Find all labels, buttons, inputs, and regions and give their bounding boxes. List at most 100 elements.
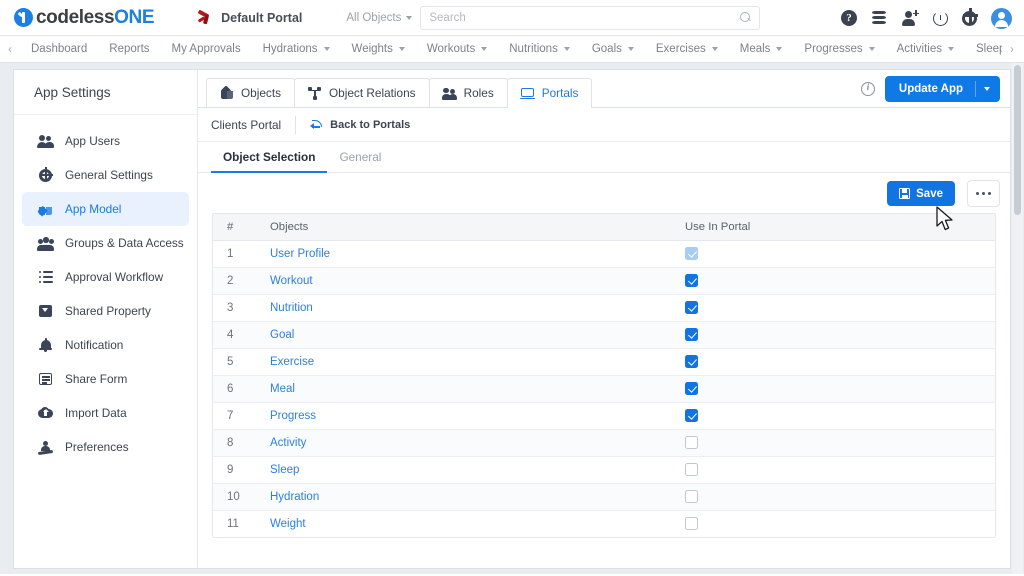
object-link[interactable]: Weight	[270, 518, 306, 530]
search-scope-dropdown[interactable]: All Objects	[346, 12, 420, 24]
row-number: 10	[213, 483, 249, 511]
page-scrollbar[interactable]	[1012, 63, 1023, 574]
object-name-cell: Activity	[249, 429, 665, 457]
dot-icon	[988, 192, 991, 195]
search-input[interactable]	[429, 11, 741, 24]
add-user-icon[interactable]	[902, 10, 919, 27]
tab-roles-label: Roles	[463, 86, 494, 100]
top-header-bar: codelessONE Default Portal All Objects ?	[0, 0, 1024, 36]
sidebar-item-preferences[interactable]: Preferences	[22, 430, 189, 464]
nav-item-exercises[interactable]: Exercises	[645, 43, 729, 55]
sidebar-item-app-users[interactable]: App Users	[22, 124, 189, 158]
nav-item-hydrations[interactable]: Hydrations	[252, 43, 341, 55]
search-icon[interactable]	[740, 12, 751, 23]
nav-item-dashboard[interactable]: Dashboard	[20, 43, 98, 55]
use-in-portal-cell	[665, 321, 995, 349]
chevron-down-icon[interactable]	[984, 87, 990, 91]
sidebar-item-shared-property[interactable]: Shared Property	[22, 294, 189, 328]
tab-objects[interactable]: Objects	[206, 78, 295, 107]
chevron-down-icon	[711, 47, 718, 51]
table-header-row: # Objects Use In Portal	[213, 214, 995, 241]
history-icon[interactable]	[933, 10, 948, 26]
object-link[interactable]: Activity	[270, 437, 306, 449]
sidebar: App Settings App Users General Settings Ap…	[14, 70, 198, 568]
nav-item-my-approvals[interactable]: My Approvals	[161, 43, 252, 55]
sidebar-item-label: Preferences	[65, 440, 129, 454]
use-in-portal-checkbox[interactable]	[685, 517, 698, 531]
nav-item-label: Activities	[896, 43, 942, 55]
users-icon	[37, 134, 54, 148]
update-app-button[interactable]: Update App	[884, 76, 1000, 102]
nav-item-activities[interactable]: Activities	[886, 43, 965, 55]
object-link[interactable]: Goal	[270, 329, 294, 341]
nav-item-meals[interactable]: Meals	[729, 43, 794, 55]
object-link[interactable]: Exercise	[270, 356, 314, 368]
nav-item-progresses[interactable]: Progresses	[793, 43, 885, 55]
table-row: 5 Exercise	[213, 348, 995, 376]
nav-scroll-left-icon[interactable]: ‹	[0, 42, 20, 56]
nav-item-goals[interactable]: Goals	[581, 43, 645, 55]
sidebar-item-label: Import Data	[65, 406, 127, 420]
sidebar-item-general-settings[interactable]: General Settings	[22, 158, 189, 192]
use-in-portal-checkbox[interactable]	[685, 463, 698, 476]
column-header-objects: Objects	[249, 214, 665, 241]
main-panel: Objects Object Relations Roles Portals i…	[198, 70, 1010, 568]
chevron-down-icon	[627, 47, 634, 51]
use-in-portal-checkbox[interactable]	[685, 274, 698, 287]
object-link[interactable]: Workout	[270, 275, 313, 287]
sidebar-item-app-model[interactable]: App Model	[22, 192, 189, 226]
table-row: 4 Goal	[213, 321, 995, 349]
nav-item-nutritions[interactable]: Nutritions	[498, 43, 581, 55]
nav-item-reports[interactable]: Reports	[98, 43, 160, 55]
tab-portals[interactable]: Portals	[506, 78, 593, 108]
avatar[interactable]	[991, 7, 1012, 29]
box-icon	[38, 304, 53, 318]
tab-object-relations[interactable]: Object Relations	[294, 78, 430, 107]
object-link[interactable]: Hydration	[270, 491, 319, 503]
brand-logo[interactable]: codelessONE	[14, 7, 155, 29]
tab-roles[interactable]: Roles	[428, 78, 508, 107]
info-icon[interactable]: i	[860, 82, 875, 96]
use-in-portal-checkbox[interactable]	[685, 409, 698, 422]
object-name-cell: Goal	[249, 321, 665, 349]
use-in-portal-checkbox[interactable]	[685, 382, 698, 395]
table-body: 1 User Profile 2 Workout 3 Nutrition 4 Goal 5 Exe…	[213, 240, 995, 537]
sidebar-item-import-data[interactable]: Import Data	[22, 396, 189, 430]
object-link[interactable]: User Profile	[270, 248, 330, 260]
use-in-portal-checkbox[interactable]	[685, 328, 698, 341]
cube-icon	[219, 84, 234, 100]
portal-selector[interactable]: Default Portal	[196, 9, 302, 26]
subtab-general[interactable]: General	[327, 142, 393, 173]
use-in-portal-checkbox[interactable]	[685, 355, 698, 368]
sidebar-item-notification[interactable]: Notification	[22, 328, 189, 362]
object-link[interactable]: Progress	[270, 410, 316, 422]
objects-table: # Objects Use In Portal 1 User Profile 2 Wo…	[213, 214, 995, 537]
use-in-portal-cell	[665, 375, 995, 403]
object-link[interactable]: Nutrition	[270, 302, 313, 314]
scrollbar-thumb[interactable]	[1014, 65, 1021, 215]
sidebar-item-approval-workflow[interactable]: Approval Workflow	[22, 260, 189, 294]
back-to-portals-link[interactable]: Back to Portals	[296, 119, 410, 131]
use-in-portal-cell	[665, 348, 995, 376]
sidebar-item-groups-data-access[interactable]: Groups & Data Access	[22, 226, 189, 260]
page-body: App Settings App Users General Settings Ap…	[0, 63, 1024, 574]
nav-scroll-right-icon[interactable]: ›	[1002, 36, 1022, 62]
object-link[interactable]: Sleep	[270, 464, 299, 476]
use-in-portal-checkbox[interactable]	[685, 436, 698, 449]
more-options-button[interactable]	[967, 180, 1000, 207]
use-in-portal-checkbox[interactable]	[685, 301, 698, 314]
back-arrow-icon	[310, 119, 323, 130]
search-box[interactable]	[420, 5, 761, 30]
nav-item-weights[interactable]: Weights	[341, 43, 416, 55]
help-icon[interactable]: ?	[841, 10, 857, 26]
breadcrumb-current: Clients Portal	[211, 117, 282, 132]
gear-icon[interactable]	[962, 8, 978, 26]
nav-item-workouts[interactable]: Workouts	[416, 43, 498, 55]
use-in-portal-checkbox[interactable]	[685, 490, 698, 503]
database-icon[interactable]	[871, 10, 888, 27]
save-button[interactable]: Save	[887, 181, 955, 206]
use-in-portal-cell	[665, 483, 995, 511]
sidebar-item-share-form[interactable]: Share Form	[22, 362, 189, 396]
object-link[interactable]: Meal	[270, 383, 295, 395]
subtab-object-selection[interactable]: Object Selection	[211, 142, 328, 174]
